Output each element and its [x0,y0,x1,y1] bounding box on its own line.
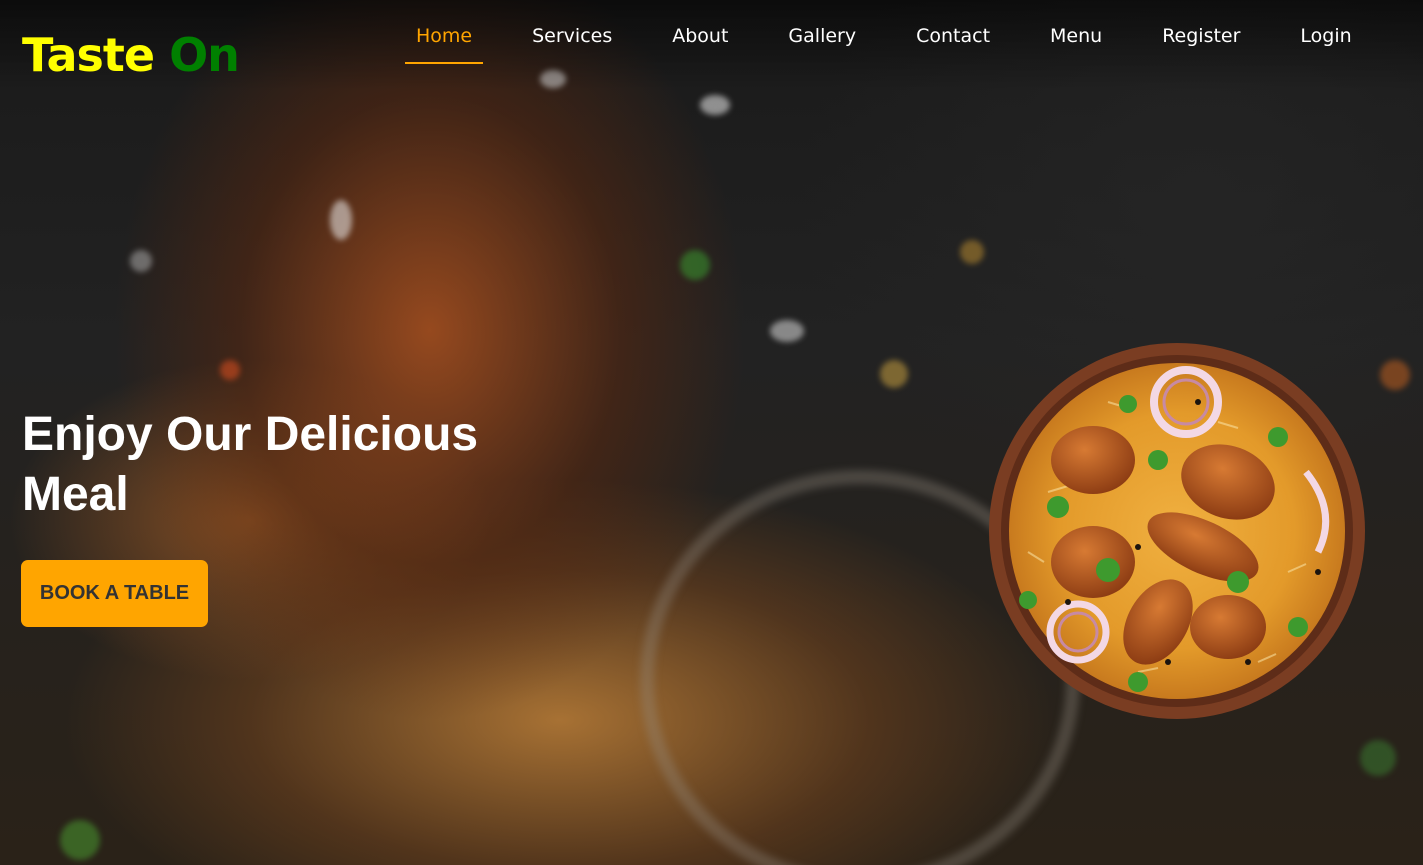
nav-item-gallery[interactable]: Gallery [777,24,867,64]
nav-item-register[interactable]: Register [1151,24,1251,64]
bokeh-dot [770,320,804,342]
bokeh-dot [960,240,984,264]
bokeh-dot [220,360,240,380]
nav-menu: Home Services About Gallery Contact Menu… [405,24,1401,64]
hero-headline: Enjoy Our Delicious Meal [22,405,542,525]
brand-word-on: On [169,28,240,82]
bokeh-dot [130,250,152,272]
bokeh-dot [880,360,908,388]
brand-logo[interactable]: Taste On [22,28,240,82]
bokeh-dot [680,250,710,280]
nav-item-menu[interactable]: Menu [1039,24,1113,64]
bokeh-dot [700,95,730,115]
nav-item-services[interactable]: Services [521,24,623,64]
bokeh-dot [1380,360,1410,390]
bokeh-dot [1360,740,1396,776]
nav-item-home[interactable]: Home [405,24,484,64]
nav-item-contact[interactable]: Contact [905,24,1001,64]
brand-word-taste: Taste [22,28,155,82]
hero-headline-line2: Meal [22,468,129,521]
biryani-plate-image [989,343,1365,719]
nav-item-login[interactable]: Login [1289,24,1362,64]
book-table-button[interactable]: BOOK A TABLE [21,560,208,627]
nav-item-about[interactable]: About [661,24,739,64]
top-navbar: Taste On Home Services About Gallery Con… [0,0,1423,90]
hero-headline-line1: Enjoy Our Delicious [22,408,479,461]
bokeh-dot [330,200,352,240]
bokeh-dot [60,820,100,860]
